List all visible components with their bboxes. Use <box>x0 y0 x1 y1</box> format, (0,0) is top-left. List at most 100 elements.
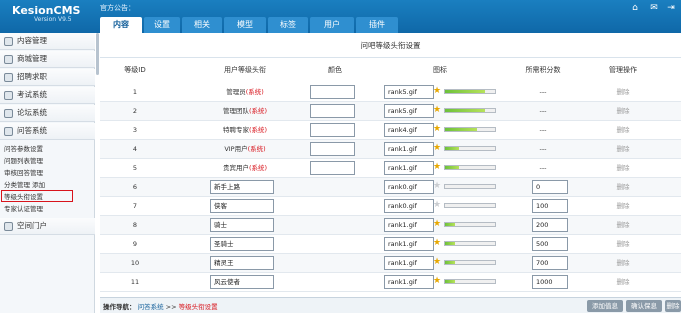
delete-link[interactable]: 删除 <box>593 102 653 121</box>
color-input[interactable] <box>310 123 355 137</box>
delete-link[interactable]: 删除 <box>593 83 653 102</box>
system-tag: (系统) <box>247 145 266 153</box>
rank-bar <box>444 108 496 113</box>
score-input[interactable]: 1000 <box>532 275 568 289</box>
sidebar-sub-qa-params[interactable]: 问答参数设置 <box>4 144 43 154</box>
color-input[interactable] <box>310 85 355 99</box>
star-icon: ★ <box>433 219 442 229</box>
level-id: 8 <box>132 221 138 229</box>
tab-content[interactable]: 内容 <box>100 17 142 33</box>
table-row: 4 VIP用户(系统) rank1.gif ★ --- 删除 <box>100 140 681 159</box>
score-input[interactable]: 700 <box>532 256 568 270</box>
globe-icon <box>4 222 13 231</box>
score-input[interactable]: 200 <box>532 218 568 232</box>
rank-bar <box>444 222 496 227</box>
icon-input[interactable]: rank1.gif <box>384 275 434 289</box>
icon-input[interactable]: rank1.gif <box>384 218 434 232</box>
system-tag: (系统) <box>248 164 268 172</box>
icon-input[interactable]: rank0.gif <box>384 199 434 213</box>
add-button[interactable]: 添加值息 <box>587 300 623 312</box>
home-icon[interactable]: ⌂ <box>630 3 640 13</box>
table-row: 10 精灵王 rank1.gif ★ 700 删除 <box>100 254 681 273</box>
table-row: 8 骑士 rank1.gif ★ 200 删除 <box>100 216 681 235</box>
title-input[interactable]: 风云使者 <box>210 275 274 289</box>
icon-input[interactable]: rank0.gif <box>384 180 434 194</box>
delete-link[interactable]: 删除 <box>593 140 653 159</box>
delete-button[interactable]: 删除 <box>665 300 681 312</box>
cart-icon <box>4 55 13 64</box>
tab-tags[interactable]: 标签 <box>268 17 308 33</box>
title-text: 管理团队 <box>222 107 249 115</box>
score-cell: --- <box>539 145 547 153</box>
level-id: 1 <box>132 88 138 96</box>
score-input[interactable]: 0 <box>532 180 568 194</box>
icon-input[interactable]: rank5.gif <box>384 85 434 99</box>
delete-link[interactable]: 删除 <box>593 121 653 140</box>
rank-fill <box>445 90 485 93</box>
color-input[interactable] <box>310 142 355 156</box>
title-input[interactable]: 骑士 <box>210 218 274 232</box>
icon-input[interactable]: rank4.gif <box>384 123 434 137</box>
score-input[interactable]: 500 <box>532 237 568 251</box>
mail-icon[interactable]: ✉ <box>649 3 659 13</box>
title-text: 特聘专家 <box>222 126 249 134</box>
sidebar-item-qa[interactable]: 问答系统 <box>0 123 95 140</box>
score-input[interactable]: 100 <box>532 199 568 213</box>
sidebar-item-content[interactable]: 内容管理 <box>0 33 95 50</box>
color-input[interactable] <box>310 104 355 118</box>
title-text: 管理员 <box>226 88 246 96</box>
level-id: 9 <box>132 240 138 248</box>
tab-model[interactable]: 模型 <box>224 17 266 33</box>
delete-link[interactable]: 删除 <box>593 159 653 178</box>
sidebar-sub-question-list[interactable]: 问题列表管理 <box>4 156 43 166</box>
icon-input[interactable]: rank1.gif <box>384 237 434 251</box>
delete-link[interactable]: 删除 <box>593 254 653 273</box>
rank-bar <box>444 184 496 189</box>
sidebar-sub-category[interactable]: 分类管理 添加 <box>4 180 45 190</box>
rank-bar <box>444 279 496 284</box>
header-actions: 管理操作 <box>609 66 637 74</box>
sidebar-item-jobs[interactable]: 招聘求职 <box>0 69 95 86</box>
tab-settings[interactable]: 设置 <box>144 17 180 33</box>
sidebar-item-shop[interactable]: 商城管理 <box>0 51 95 68</box>
top-header: KesionCMS Version V9.5 官方公告： ⌂ ✉ ⇥ 内容 设置… <box>0 0 681 33</box>
delete-link[interactable]: 删除 <box>593 273 653 292</box>
tab-related[interactable]: 相关 <box>182 17 222 33</box>
star-icon: ★ <box>433 200 442 210</box>
delete-link[interactable]: 删除 <box>593 216 653 235</box>
save-button[interactable]: 确认保息 <box>626 300 662 312</box>
rank-fill <box>445 147 459 150</box>
title-input[interactable]: 精灵王 <box>210 256 274 270</box>
star-icon: ★ <box>433 238 442 248</box>
table-row: 9 圣骑士 rank1.gif ★ 500 删除 <box>100 235 681 254</box>
title-input[interactable]: 新手上路 <box>210 180 274 194</box>
sidebar-item-forum[interactable]: 论坛系统 <box>0 105 95 122</box>
delete-link[interactable]: 删除 <box>593 197 653 216</box>
star-icon: ★ <box>433 86 442 96</box>
icon-input[interactable]: rank1.gif <box>384 142 434 156</box>
sidebar-sub-expert[interactable]: 专家认证管理 <box>4 204 43 214</box>
tab-users[interactable]: 用户 <box>310 17 354 33</box>
title-cell: 特聘专家(系统) <box>195 121 295 140</box>
tab-plugins[interactable]: 插件 <box>356 17 398 33</box>
logout-icon[interactable]: ⇥ <box>666 3 676 13</box>
sidebar-sub-review-answers[interactable]: 审核回答管理 <box>4 168 43 178</box>
rank-bar <box>444 89 496 94</box>
delete-link[interactable]: 删除 <box>593 178 653 197</box>
title-input[interactable]: 圣骑士 <box>210 237 274 251</box>
icon-input[interactable]: rank5.gif <box>384 104 434 118</box>
color-input[interactable] <box>310 161 355 175</box>
sidebar-item-portal[interactable]: 空间门户 <box>0 218 95 235</box>
score-cell: --- <box>539 107 547 115</box>
title-input[interactable]: 侠客 <box>210 199 274 213</box>
star-icon: ★ <box>433 257 442 267</box>
icon-input[interactable]: rank1.gif <box>384 256 434 270</box>
star-icon: ★ <box>433 105 442 115</box>
title-cell: 管理团队(系统) <box>195 102 295 121</box>
sidebar-item-exam[interactable]: 考试系统 <box>0 87 95 104</box>
system-tag: (系统) <box>245 88 264 96</box>
sidebar-scrollbar[interactable] <box>96 33 99 75</box>
delete-link[interactable]: 删除 <box>593 235 653 254</box>
icon-input[interactable]: rank1.gif <box>384 161 434 175</box>
crumb-qa-system[interactable]: 问答系统 <box>138 303 164 311</box>
